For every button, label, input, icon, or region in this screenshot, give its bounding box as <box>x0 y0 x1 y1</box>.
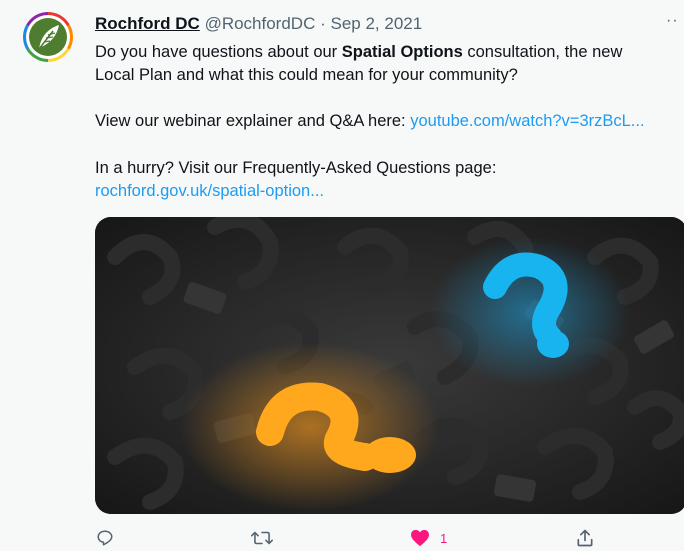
tweet-text-line-1: Do you have questions about our Spatial … <box>95 43 623 61</box>
reply-icon <box>97 530 113 546</box>
question-marks-image <box>95 217 684 514</box>
bold-spatial-options: Spatial Options <box>341 43 463 61</box>
faq-link[interactable]: rochford.gov.uk/spatial-option... <box>95 182 324 200</box>
share-icon <box>577 529 593 547</box>
webinar-line: View our webinar explainer and Q&A here:… <box>95 112 645 130</box>
like-count: 1 <box>440 530 448 546</box>
meta-separator: · <box>320 14 326 33</box>
retweet-icon <box>251 531 273 545</box>
share-button[interactable] <box>575 528 595 548</box>
webinar-link[interactable]: youtube.com/watch?v=3rzBcL... <box>410 112 644 130</box>
tweet-header: Rochford DC @RochfordDC · Sep 2, 2021 <box>95 13 422 35</box>
reply-button[interactable] <box>96 528 114 548</box>
tweet[interactable]: Rochford DC @RochfordDC · Sep 2, 2021 ··… <box>0 0 684 551</box>
leaf-logo-icon <box>38 25 59 50</box>
more-options-icon[interactable]: ·· <box>666 12 679 30</box>
author-name[interactable]: Rochford DC <box>95 14 200 33</box>
faq-link-line: rochford.gov.uk/spatial-option... <box>95 180 324 202</box>
avatar[interactable] <box>23 12 73 62</box>
tweet-image[interactable] <box>95 217 684 514</box>
retweet-button[interactable] <box>251 528 273 548</box>
faq-line: In a hurry? Visit our Frequently-Asked Q… <box>95 159 497 177</box>
tweet-actions: 1 <box>0 525 684 551</box>
tweet-date[interactable]: Sep 2, 2021 <box>331 14 423 33</box>
like-button[interactable]: 1 <box>410 528 447 548</box>
heart-icon <box>411 529 429 547</box>
tweet-text-line-2: Local Plan and what this could mean for … <box>95 66 518 84</box>
author-handle[interactable]: @RochfordDC <box>205 14 316 33</box>
